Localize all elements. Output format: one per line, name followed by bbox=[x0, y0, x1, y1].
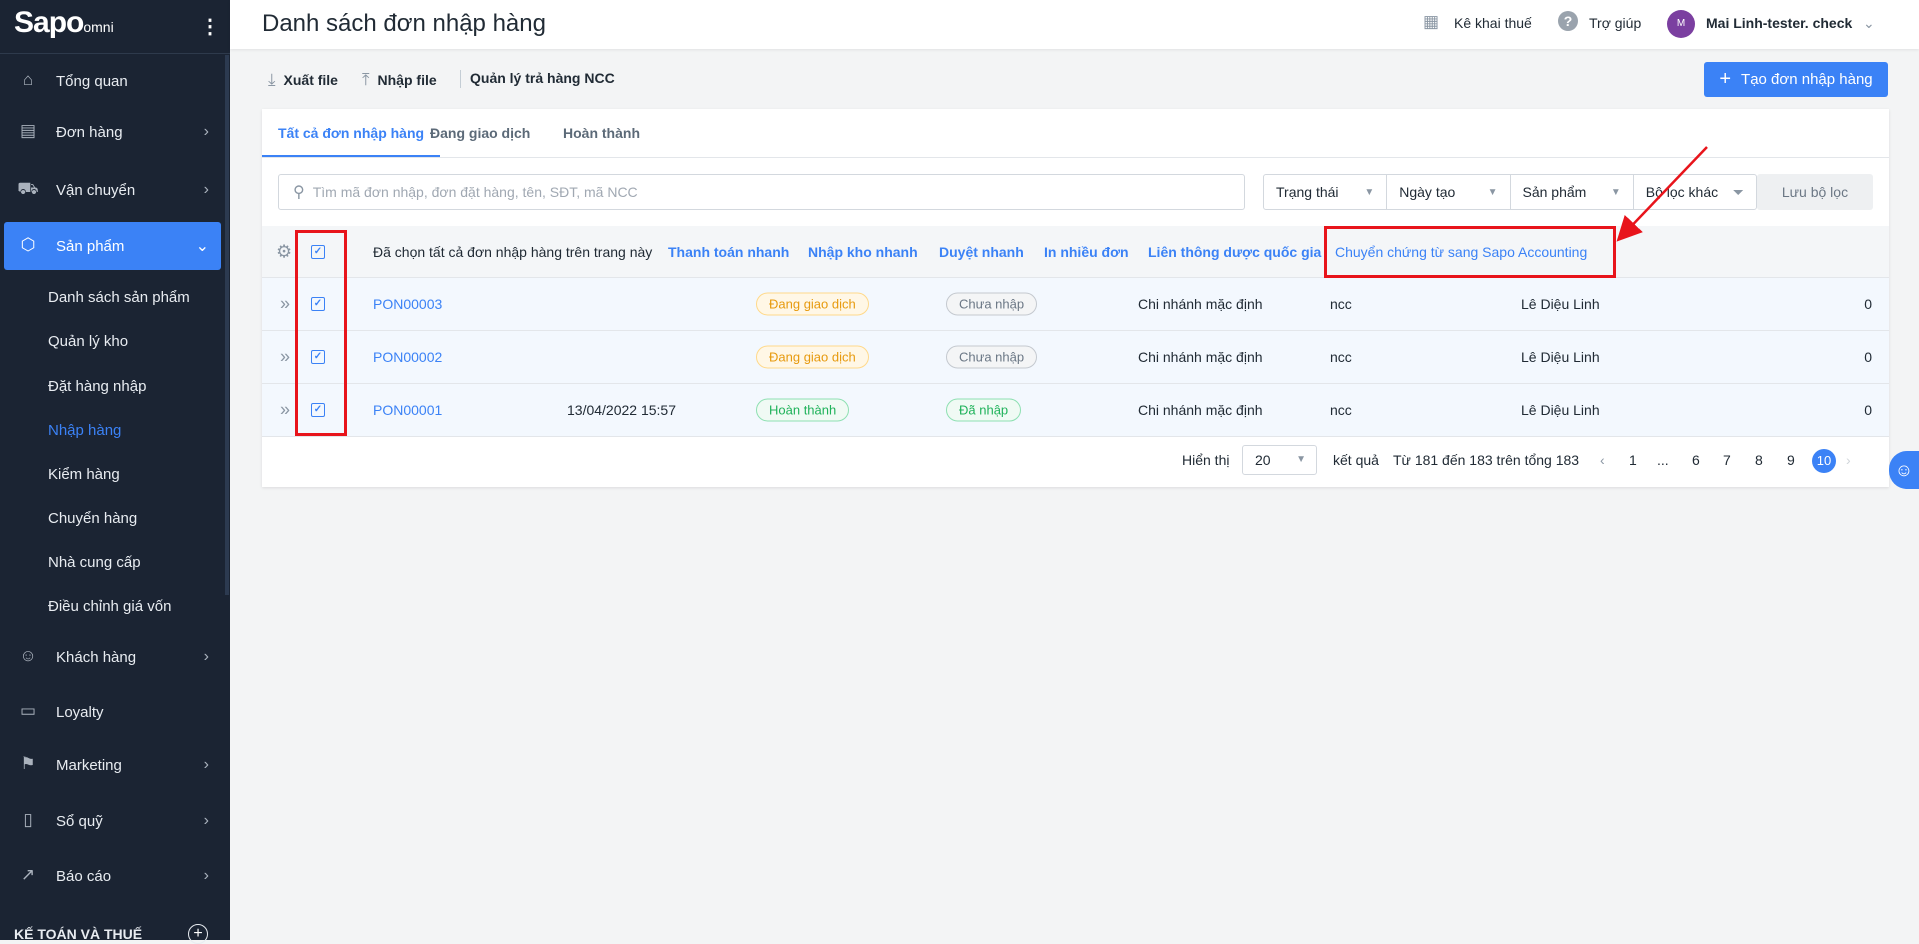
annotation-arrow bbox=[1616, 146, 1708, 242]
